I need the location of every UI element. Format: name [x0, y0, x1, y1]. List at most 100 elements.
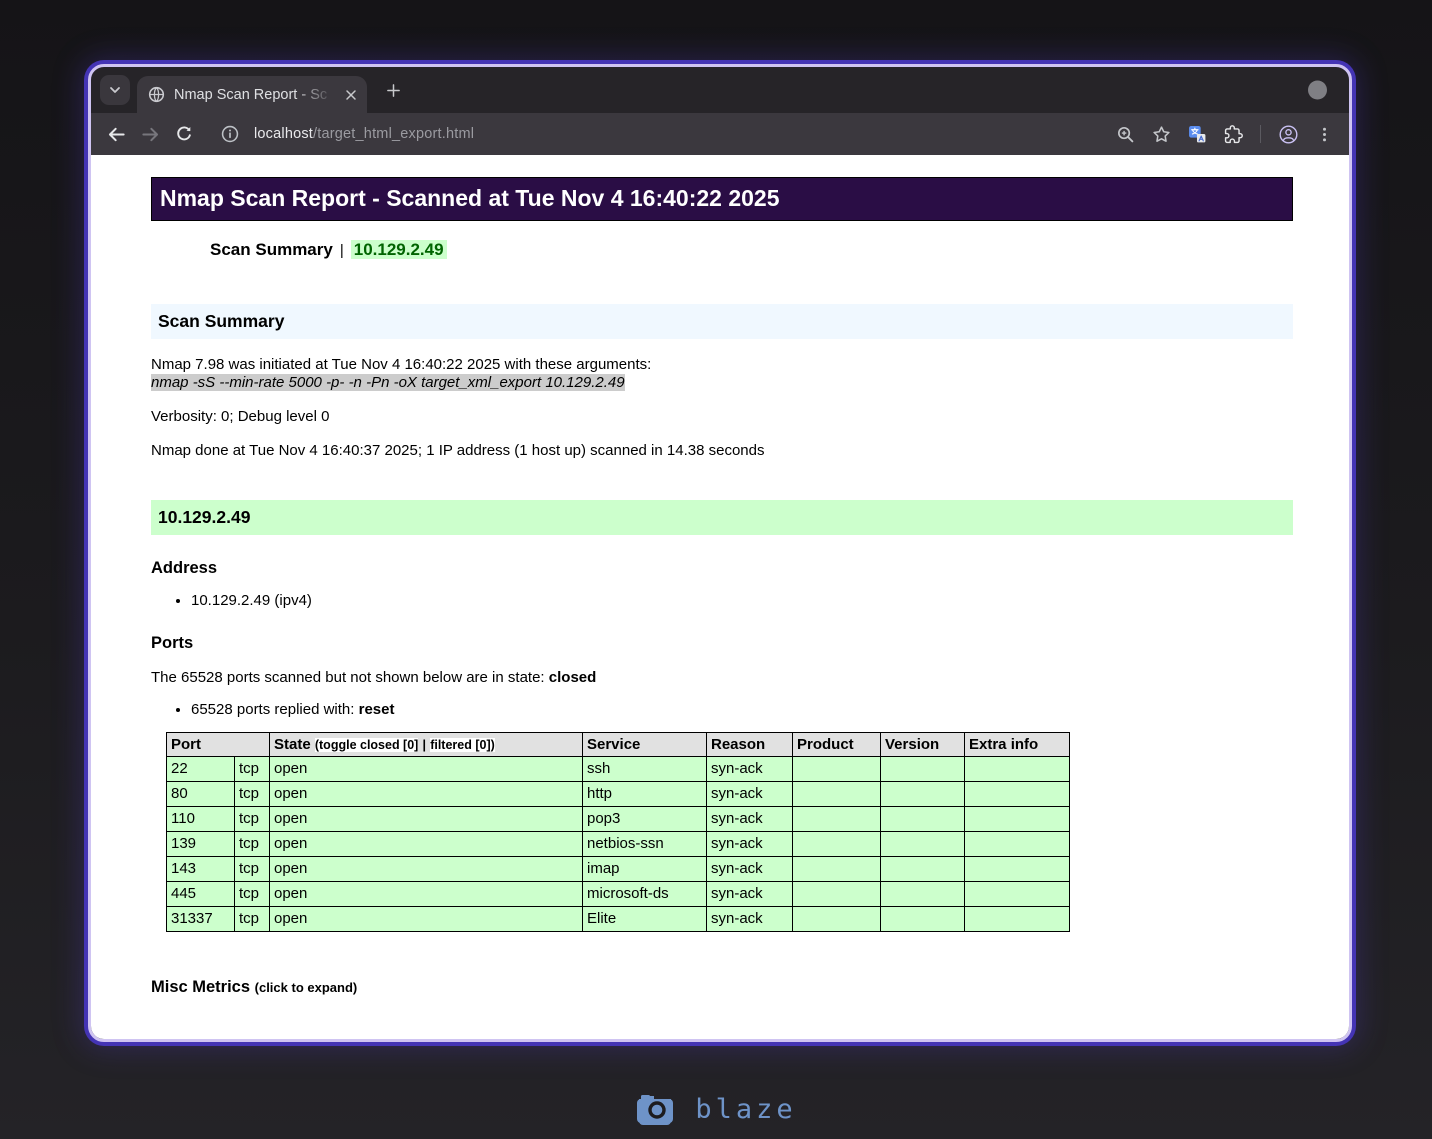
- ports-note: The 65528 ports scanned but not shown be…: [151, 669, 1293, 687]
- camera-icon: [635, 1093, 675, 1125]
- url-host: localhost: [254, 126, 314, 142]
- cell-service: microsoft-ds: [582, 880, 707, 907]
- toggle-separator: |: [422, 737, 427, 752]
- toolbar-separator: [1260, 125, 1261, 143]
- cell-service: ssh: [582, 755, 707, 782]
- table-row: 22 tcp open ssh syn-ack: [166, 755, 1070, 782]
- col-port: Port: [166, 731, 270, 757]
- cell-version: [880, 830, 965, 857]
- scan-summary-heading: Scan Summary: [151, 303, 1293, 339]
- cell-version: [880, 855, 965, 882]
- cell-proto: tcp: [234, 880, 270, 907]
- cell-reason: syn-ack: [706, 805, 793, 832]
- col-service: Service: [582, 731, 707, 757]
- nmap-command: nmap -sS --min-rate 5000 -p- -n -Pn -oX …: [151, 373, 625, 391]
- cell-service: netbios-ssn: [582, 830, 707, 857]
- extensions-button[interactable]: [1218, 119, 1248, 149]
- cell-reason: syn-ack: [706, 905, 793, 932]
- tab-search-button[interactable]: [100, 75, 130, 105]
- cell-version: [880, 880, 965, 907]
- browser-tab[interactable]: Nmap Scan Report - Sc: [137, 76, 367, 113]
- cell-state: open: [269, 805, 583, 832]
- cell-port: 143: [166, 855, 235, 882]
- toggle-filtered-link[interactable]: filtered [0]): [430, 737, 495, 752]
- cell-port: 445: [166, 880, 235, 907]
- cell-port: 22: [166, 755, 235, 782]
- ports-reply-item: 65528 ports replied with: reset: [191, 701, 1293, 719]
- cell-service: Elite: [582, 905, 707, 932]
- chevron-down-icon: [107, 82, 123, 98]
- table-row: 110 tcp open pop3 syn-ack: [166, 805, 1070, 832]
- cell-service: pop3: [582, 805, 707, 832]
- bookmark-star-button[interactable]: [1146, 119, 1176, 149]
- cell-extra: [964, 855, 1070, 882]
- ports-heading: Ports: [151, 633, 194, 652]
- profile-button[interactable]: [1273, 119, 1303, 149]
- address-bar[interactable]: localhost/target_html_export.html: [207, 125, 1110, 143]
- host-heading: 10.129.2.49: [151, 499, 1293, 535]
- back-button[interactable]: [99, 117, 133, 151]
- cell-proto: tcp: [234, 830, 270, 857]
- forward-button[interactable]: [133, 117, 167, 151]
- table-header-row: Port State (toggle closed [0] | filtered…: [166, 731, 1070, 757]
- address-heading: Address: [151, 558, 218, 577]
- tab-close-button[interactable]: [341, 85, 361, 105]
- table-row: 143 tcp open imap syn-ack: [166, 855, 1070, 882]
- cell-port: 31337: [166, 905, 235, 932]
- cell-extra: [964, 905, 1070, 932]
- table-row: 31337 tcp open Elite syn-ack: [166, 905, 1070, 932]
- state-label: State: [274, 735, 311, 753]
- cell-proto: tcp: [234, 755, 270, 782]
- watermark: blaze: [0, 1093, 1432, 1125]
- forward-arrow-icon: [141, 125, 160, 144]
- back-arrow-icon: [107, 125, 126, 144]
- browser-toolbar: localhost/target_html_export.html: [91, 113, 1349, 155]
- cell-extra: [964, 755, 1070, 782]
- url-text[interactable]: localhost/target_html_export.html: [254, 126, 474, 142]
- reload-button[interactable]: [167, 117, 201, 151]
- cell-service: http: [582, 780, 707, 807]
- info-icon[interactable]: [221, 125, 239, 143]
- tab-title: Nmap Scan Report - Sc: [174, 86, 328, 103]
- new-tab-button[interactable]: [379, 76, 407, 104]
- cell-proto: tcp: [234, 855, 270, 882]
- cell-proto: tcp: [234, 780, 270, 807]
- cell-state: open: [269, 855, 583, 882]
- cell-product: [792, 855, 881, 882]
- col-state: State (toggle closed [0] | filtered [0]): [269, 731, 583, 757]
- zoom-button[interactable]: [1110, 119, 1140, 149]
- initiated-line: Nmap 7.98 was initiated at Tue Nov 4 16:…: [151, 356, 1293, 392]
- misc-metrics-toggle[interactable]: Misc Metrics (click to expand): [151, 978, 1293, 997]
- cell-state: open: [269, 880, 583, 907]
- col-version: Version: [880, 731, 965, 757]
- page-content: Nmap Scan Report - Scanned at Tue Nov 4 …: [91, 155, 1349, 1039]
- translate-button[interactable]: [1182, 119, 1212, 149]
- verbosity-line: Verbosity: 0; Debug level 0: [151, 407, 330, 425]
- table-row: 445 tcp open microsoft-ds syn-ack: [166, 880, 1070, 907]
- misc-metrics-hint: (click to expand): [254, 979, 358, 995]
- cell-reason: syn-ack: [706, 855, 793, 882]
- cell-reason: syn-ack: [706, 830, 793, 857]
- ports-note-prefix: The 65528 ports scanned but not shown be…: [151, 668, 549, 686]
- col-reason: Reason: [706, 731, 793, 757]
- cell-extra: [964, 880, 1070, 907]
- col-product: Product: [792, 731, 881, 757]
- nav-scan-summary-link[interactable]: Scan Summary: [210, 240, 333, 259]
- address-item: 10.129.2.49 (ipv4): [191, 592, 1293, 610]
- misc-metrics-label: Misc Metrics: [151, 977, 251, 996]
- ports-reply-value: reset: [358, 700, 395, 718]
- cell-reason: syn-ack: [706, 780, 793, 807]
- nav-host-link[interactable]: 10.129.2.49: [350, 239, 447, 259]
- menu-button[interactable]: [1309, 119, 1339, 149]
- ports-table: Port State (toggle closed [0] | filtered…: [166, 731, 1070, 932]
- plus-icon: [386, 83, 401, 98]
- cell-version: [880, 905, 965, 932]
- avatar-icon: [1278, 124, 1299, 145]
- toolbar-right-icons: [1110, 119, 1339, 149]
- page-title: Nmap Scan Report - Scanned at Tue Nov 4 …: [151, 177, 1293, 221]
- done-line: Nmap done at Tue Nov 4 16:40:37 2025; 1 …: [151, 441, 765, 459]
- magnifier-icon: [1116, 125, 1135, 144]
- toggle-closed-link[interactable]: (toggle closed [0]: [314, 737, 419, 752]
- cell-state: open: [269, 755, 583, 782]
- cell-port: 80: [166, 780, 235, 807]
